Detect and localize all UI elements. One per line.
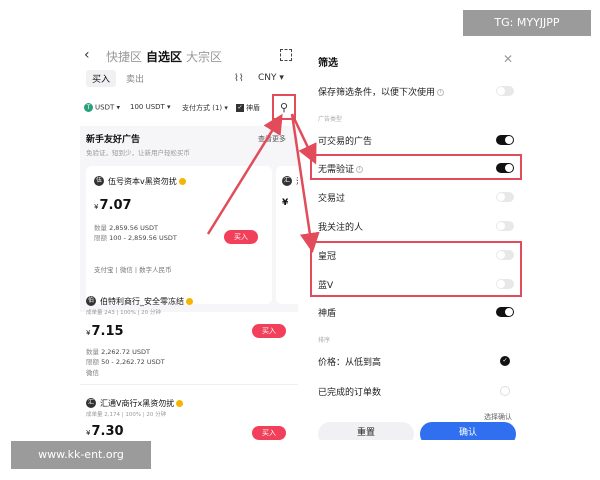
tg-watermark: TG: MYYJJPP xyxy=(463,10,591,36)
annotation-arrows xyxy=(206,113,320,253)
site-watermark: www.kk-ent.org xyxy=(11,441,151,469)
arrow-line xyxy=(206,113,283,235)
